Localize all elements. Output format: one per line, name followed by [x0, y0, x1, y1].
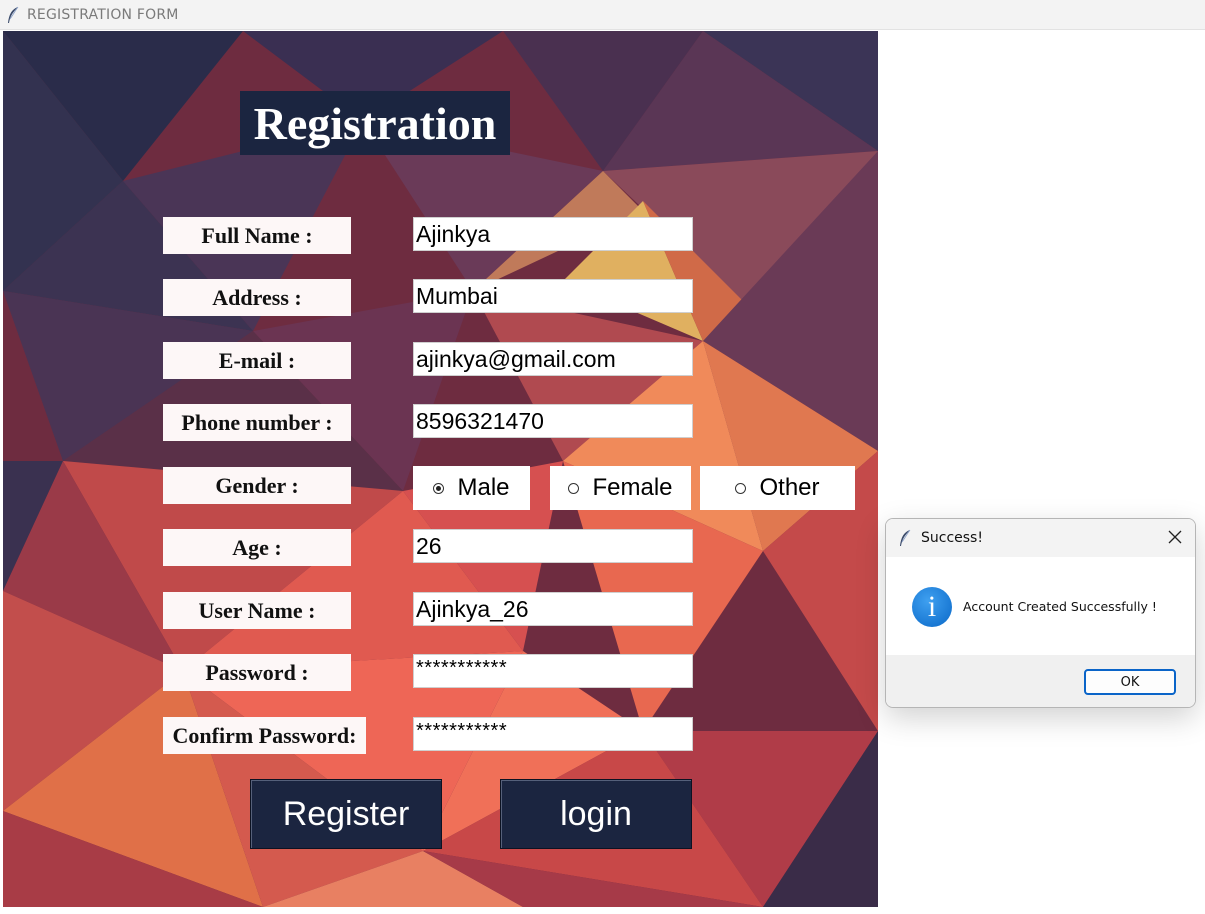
username-label: User Name : — [163, 592, 351, 629]
info-icon: i — [912, 587, 952, 627]
window-title: REGISTRATION FORM — [27, 6, 179, 23]
confirm-password-input[interactable]: *********** — [413, 717, 693, 751]
radio-label: Other — [759, 474, 820, 501]
dialog-message: Account Created Successfully ! — [963, 599, 1157, 614]
dialog-titlebar: Success! — [886, 519, 1195, 557]
register-button[interactable]: Register — [250, 779, 442, 849]
dialog-footer: OK — [886, 655, 1195, 707]
dialog-title: Success! — [921, 530, 983, 546]
ok-button[interactable]: OK — [1084, 669, 1176, 695]
full-name-label: Full Name : — [163, 217, 351, 254]
feather-icon — [900, 529, 911, 546]
dialog-body: i Account Created Successfully ! — [886, 557, 1195, 655]
gender-label: Gender : — [163, 467, 351, 504]
radio-unselected-icon — [735, 482, 747, 494]
age-label: Age : — [163, 529, 351, 566]
phone-input[interactable]: 8596321470 — [413, 404, 693, 438]
username-input[interactable]: Ajinkya_26 — [413, 592, 693, 626]
radio-label: Male — [457, 474, 510, 501]
age-input[interactable]: 26 — [413, 529, 693, 563]
full-name-input[interactable]: Ajinkya — [413, 217, 693, 251]
email-label: E-mail : — [163, 342, 351, 379]
radio-selected-icon — [433, 482, 445, 494]
confirm-password-label: Confirm Password: — [163, 717, 366, 754]
login-button[interactable]: login — [500, 779, 692, 849]
gender-radio-other[interactable]: Other — [700, 466, 855, 510]
phone-label: Phone number : — [163, 404, 351, 441]
registration-canvas: Registration Full Name : Address : E-mai… — [3, 31, 878, 907]
gender-radio-male[interactable]: Male — [413, 466, 530, 510]
address-input[interactable]: Mumbai — [413, 279, 693, 313]
window-titlebar: REGISTRATION FORM — [0, 0, 1205, 30]
address-label: Address : — [163, 279, 351, 316]
page-title: Registration — [240, 91, 510, 155]
gender-radio-female[interactable]: Female — [550, 466, 691, 510]
password-label: Password : — [163, 654, 351, 691]
password-input[interactable]: *********** — [413, 654, 693, 688]
radio-label: Female — [592, 474, 673, 501]
feather-icon — [8, 6, 19, 23]
success-dialog: Success! i Account Created Successfully … — [885, 518, 1196, 708]
radio-unselected-icon — [568, 482, 580, 494]
close-icon[interactable] — [1167, 529, 1183, 545]
email-input[interactable]: ajinkya@gmail.com — [413, 342, 693, 376]
